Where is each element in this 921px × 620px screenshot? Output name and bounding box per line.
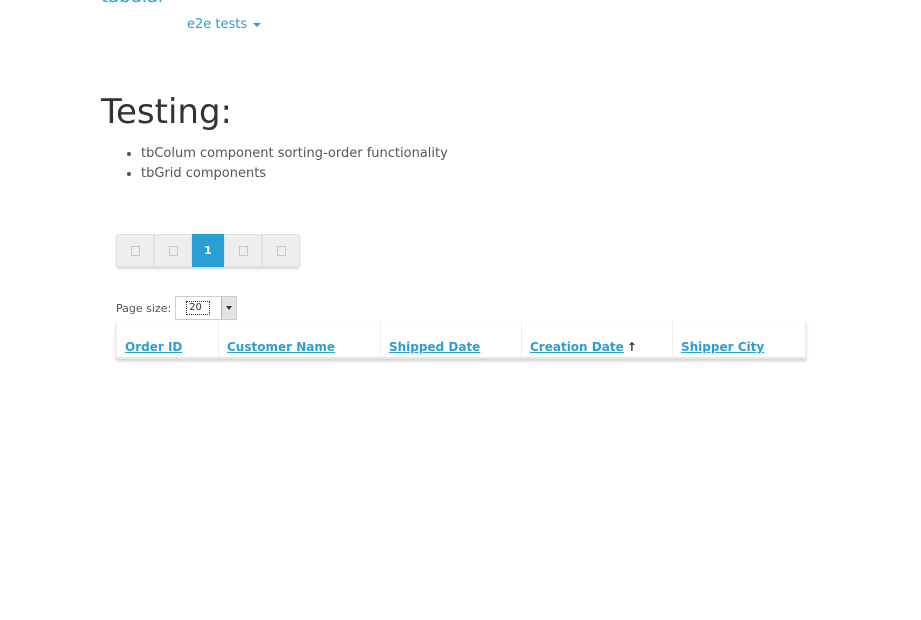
first-page-button[interactable] [116, 234, 154, 267]
sort-ascending-icon: ↑ [626, 340, 637, 354]
column-header-creation-date: Creation Date ↑ [521, 321, 673, 359]
page-size-value: 20 [186, 301, 211, 315]
dropdown-arrow-icon[interactable] [221, 297, 237, 319]
page-size-select[interactable]: 20 [175, 296, 238, 320]
last-page-icon [276, 245, 286, 256]
page-size-label: Page size: [116, 301, 172, 315]
column-header-shipped-date: Shipped Date [380, 321, 522, 359]
last-page-button[interactable] [262, 234, 300, 267]
testing-list-item: tbGrid components [141, 164, 448, 184]
page-1-button[interactable]: 1 [192, 234, 224, 267]
next-page-icon [238, 245, 248, 256]
caret-down-icon [253, 22, 262, 27]
e2e-tests-dropdown-label: e2e tests [187, 17, 248, 32]
pager: 1 [116, 234, 300, 267]
e2e-tests-dropdown[interactable]: e2e tests [187, 17, 262, 32]
testing-list: tbColum component sorting-order function… [101, 144, 448, 184]
sort-shipped-date-link[interactable]: Shipped Date [389, 340, 480, 354]
previous-page-icon [168, 245, 178, 256]
testing-list-item: tbColum component sorting-order function… [141, 144, 448, 164]
column-header-customer-name: Customer Name [218, 321, 381, 359]
sort-customer-name-link[interactable]: Customer Name [227, 340, 335, 354]
sort-creation-date-link[interactable]: Creation Date [530, 340, 624, 354]
brand-link[interactable]: tabular [101, 0, 165, 7]
previous-page-button[interactable] [154, 234, 192, 267]
column-header-shipper-city: Shipper City [672, 321, 806, 359]
grid-header-row: Order ID Customer Name Shipped Date Crea… [116, 321, 806, 359]
sort-order-id-link[interactable]: Order ID [125, 340, 182, 354]
orders-grid: Order ID Customer Name Shipped Date Crea… [116, 321, 806, 359]
next-page-button[interactable] [224, 234, 262, 267]
sort-shipper-city-link[interactable]: Shipper City [681, 340, 764, 354]
first-page-icon [130, 245, 140, 256]
page-title: Testing: [101, 92, 232, 132]
column-header-order-id: Order ID [116, 321, 219, 359]
page-size-control: Page size: 20 [116, 296, 238, 320]
